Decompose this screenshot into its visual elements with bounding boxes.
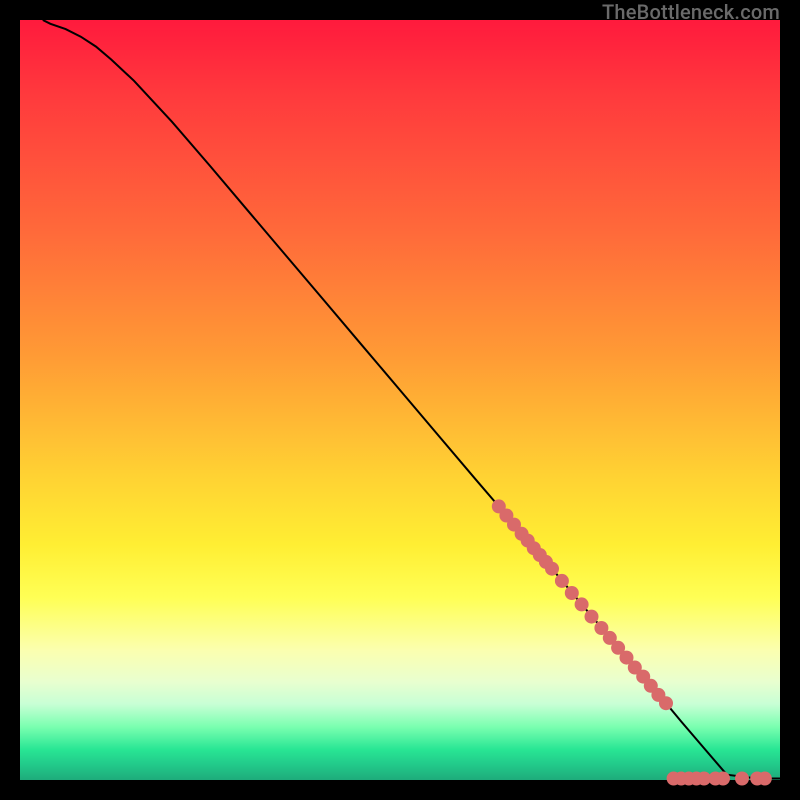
data-point <box>716 772 730 786</box>
data-point <box>659 696 673 710</box>
data-point <box>565 586 579 600</box>
chart-svg <box>20 20 780 780</box>
curve-line <box>43 20 780 779</box>
data-point <box>555 574 569 588</box>
data-point <box>575 597 589 611</box>
data-point <box>585 610 599 624</box>
chart-frame: TheBottleneck.com <box>0 0 800 800</box>
data-point <box>545 562 559 576</box>
plot-area <box>20 20 780 780</box>
attribution-text: TheBottleneck.com <box>602 0 780 24</box>
data-point <box>735 772 749 786</box>
data-point <box>758 772 772 786</box>
scatter-markers <box>492 499 772 785</box>
